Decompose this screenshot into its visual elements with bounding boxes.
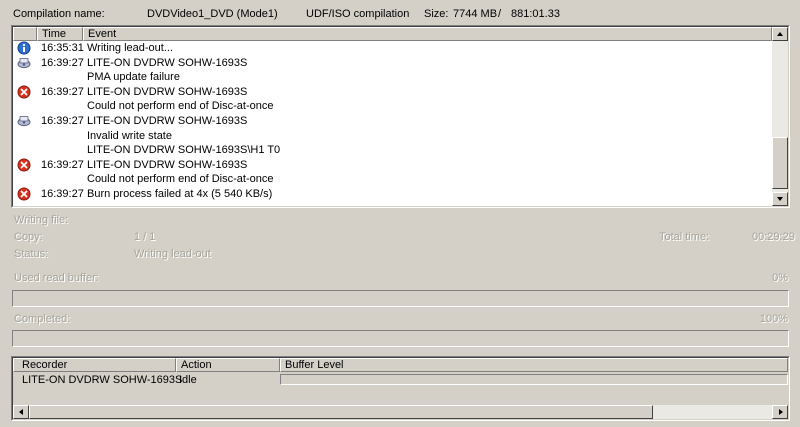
error-icon (17, 158, 31, 172)
size-label: Size: (424, 8, 449, 20)
compilation-name-value: DVDVideo1_DVD (Mode1) (147, 8, 278, 20)
log-row-event: LITE-ON DVDRW SOHW-1693S (87, 115, 248, 127)
log-row-time: 16:39:27 (41, 188, 84, 200)
log-row[interactable]: 16:39:27 LITE-ON DVDRW SOHW-1693S (13, 114, 772, 129)
recorder-action: Idle (179, 374, 197, 386)
log-row-event: Writing lead-out... (87, 42, 174, 54)
copy-label: Copy: (14, 231, 43, 243)
writing-file-label: Writing file: (14, 214, 69, 226)
log-row[interactable]: Could not perform end of Disc-at-once (13, 99, 772, 114)
recorder-column-header[interactable]: Recorder (13, 358, 176, 372)
size-value: 7744 MB (453, 8, 498, 20)
horizontal-scroll-thumb[interactable] (29, 405, 653, 419)
arrow-up-icon (777, 32, 783, 36)
action-column-header[interactable]: Action (176, 358, 280, 372)
log-row-event: Could not perform end of Disc-at-once (87, 100, 274, 113)
recorder-name: LITE-ON DVDRW SOHW-1693S (22, 374, 183, 386)
compilation-type: UDF/ISO compilation (306, 8, 410, 20)
scroll-thumb[interactable] (772, 137, 788, 189)
drive-icon (17, 114, 31, 128)
total-time-value: 00:29:29 (752, 231, 795, 243)
error-icon (17, 85, 31, 99)
log-row-event: LITE-ON DVDRW SOHW-1693S (87, 56, 248, 69)
compilation-name-label: Compilation name: (13, 8, 105, 20)
log-row[interactable]: Invalid write state (13, 129, 772, 144)
read-buffer-label: Used read buffer: (14, 272, 99, 284)
scroll-up-button[interactable] (772, 27, 788, 41)
scroll-down-button[interactable] (772, 192, 788, 206)
recorder-list[interactable]: Recorder Action Buffer Level LITE-ON DVD… (12, 357, 789, 420)
log-row[interactable]: Could not perform end of Disc-at-once (13, 172, 772, 187)
event-log-scrollbar[interactable] (772, 27, 788, 206)
log-row-time: 16:39:27 (41, 56, 84, 69)
scroll-left-button[interactable] (13, 405, 29, 419)
buffer-level-column-header[interactable]: Buffer Level (280, 358, 788, 372)
arrow-down-icon (777, 197, 783, 201)
read-buffer-percent: 0% (772, 272, 788, 284)
arrow-left-icon (19, 409, 23, 415)
event-log-list[interactable]: Time Event 16:35:31 Writing lead-out... 16… (12, 26, 789, 207)
recorder-row[interactable]: LITE-ON DVDRW SOHW-1693S Idle (13, 373, 788, 388)
log-row-time: 16:39:27 (41, 115, 84, 127)
error-icon (17, 187, 31, 201)
log-row-time: 16:39:27 (41, 85, 84, 98)
scroll-right-button[interactable] (772, 405, 788, 419)
completed-progress-bar (12, 330, 789, 347)
log-icon-column-header[interactable] (13, 27, 37, 41)
read-buffer-progress-bar (12, 290, 789, 307)
recorder-horizontal-scrollbar[interactable] (13, 405, 788, 419)
status-label: Status: (14, 248, 49, 260)
log-row-event: Invalid write state (87, 129, 172, 142)
log-row-time: 16:39:27 (41, 158, 84, 171)
log-row[interactable]: 16:39:27 LITE-ON DVDRW SOHW-1693S (13, 56, 772, 71)
recorder-buffer-level-bar (280, 374, 788, 385)
log-row-time: 16:35:31 (41, 42, 84, 54)
copy-value: 1 / 1 (134, 231, 156, 243)
completed-label: Completed: (14, 313, 71, 325)
log-row[interactable]: 16:35:31 Writing lead-out... (13, 41, 772, 56)
log-time-column-header[interactable]: Time (37, 27, 83, 41)
log-event-column-header[interactable]: Event (83, 27, 772, 41)
log-row[interactable]: LITE-ON DVDRW SOHW-1693S\H1 T0 (13, 143, 772, 158)
log-row-event: LITE-ON DVDRW SOHW-1693S\H1 T0 (87, 144, 281, 157)
log-row-event: PMA update failure (87, 71, 180, 84)
drive-icon (17, 56, 31, 70)
log-row[interactable]: 16:39:27 LITE-ON DVDRW SOHW-1693S (13, 85, 772, 100)
log-rows: 16:35:31 Writing lead-out... 16:39:27 LITE-… (13, 41, 772, 206)
compilation-duration: 881:01.33 (511, 8, 560, 20)
log-row[interactable]: 16:39:27 LITE-ON DVDRW SOHW-1693S (13, 158, 772, 173)
arrow-right-icon (779, 409, 783, 415)
completed-percent: 100% (759, 313, 788, 325)
total-time-label: Total time: (659, 231, 710, 243)
event-log-frame: Time Event 16:35:31 Writing lead-out... 16… (11, 25, 790, 208)
size-separator: / (498, 8, 502, 20)
log-row-event: LITE-ON DVDRW SOHW-1693S (87, 158, 248, 171)
log-row-event: LITE-ON DVDRW SOHW-1693S (87, 85, 248, 98)
log-row-event: Could not perform end of Disc-at-once (87, 173, 274, 186)
info-icon (17, 41, 31, 55)
log-row[interactable]: PMA update failure (13, 70, 772, 85)
log-row[interactable]: 16:39:27 Burn process failed at 4x (5 540… (13, 187, 772, 202)
recorder-list-frame: Recorder Action Buffer Level LITE-ON DVD… (11, 356, 790, 421)
log-row-event: Burn process failed at 4x (5 540 KB/s) (87, 188, 273, 200)
status-value: Writing lead-out (134, 248, 211, 260)
completed-fill (14, 332, 787, 345)
